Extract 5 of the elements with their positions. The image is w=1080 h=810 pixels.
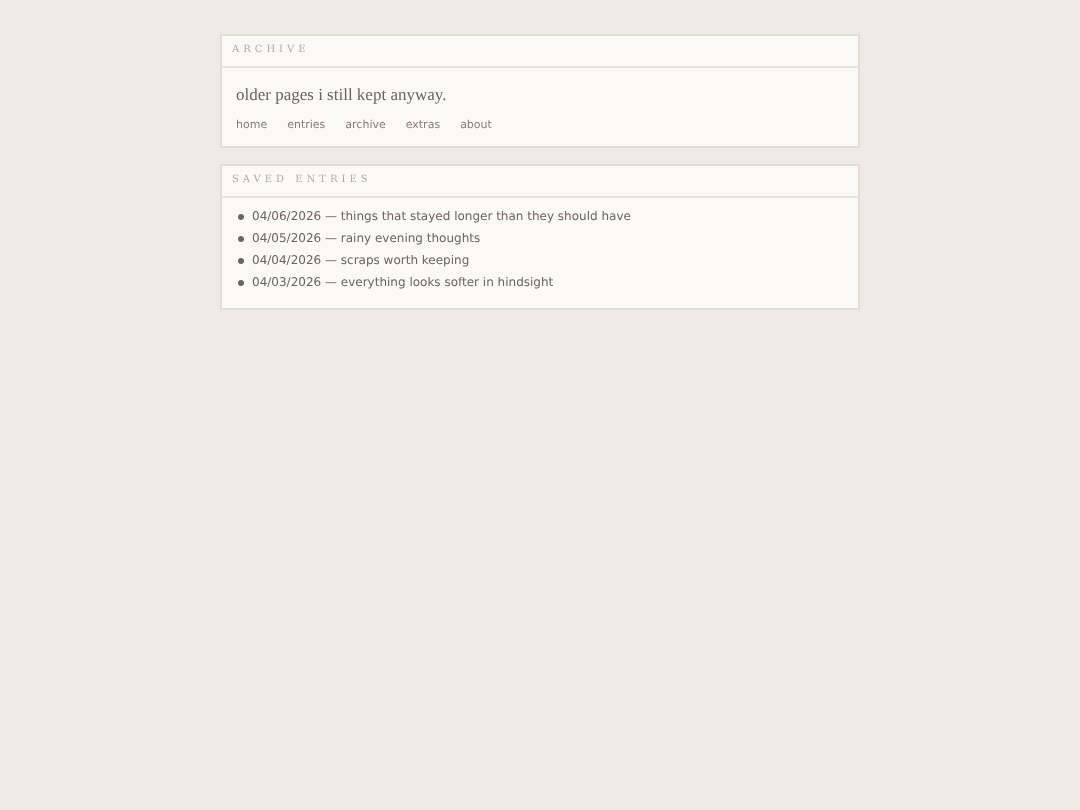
- bullet-icon: [238, 258, 244, 264]
- bullet-icon: [238, 280, 244, 286]
- bullet-icon: [238, 236, 244, 242]
- tagline: older pages i still kept anyway.: [236, 82, 449, 108]
- bullet-icon: [238, 214, 244, 220]
